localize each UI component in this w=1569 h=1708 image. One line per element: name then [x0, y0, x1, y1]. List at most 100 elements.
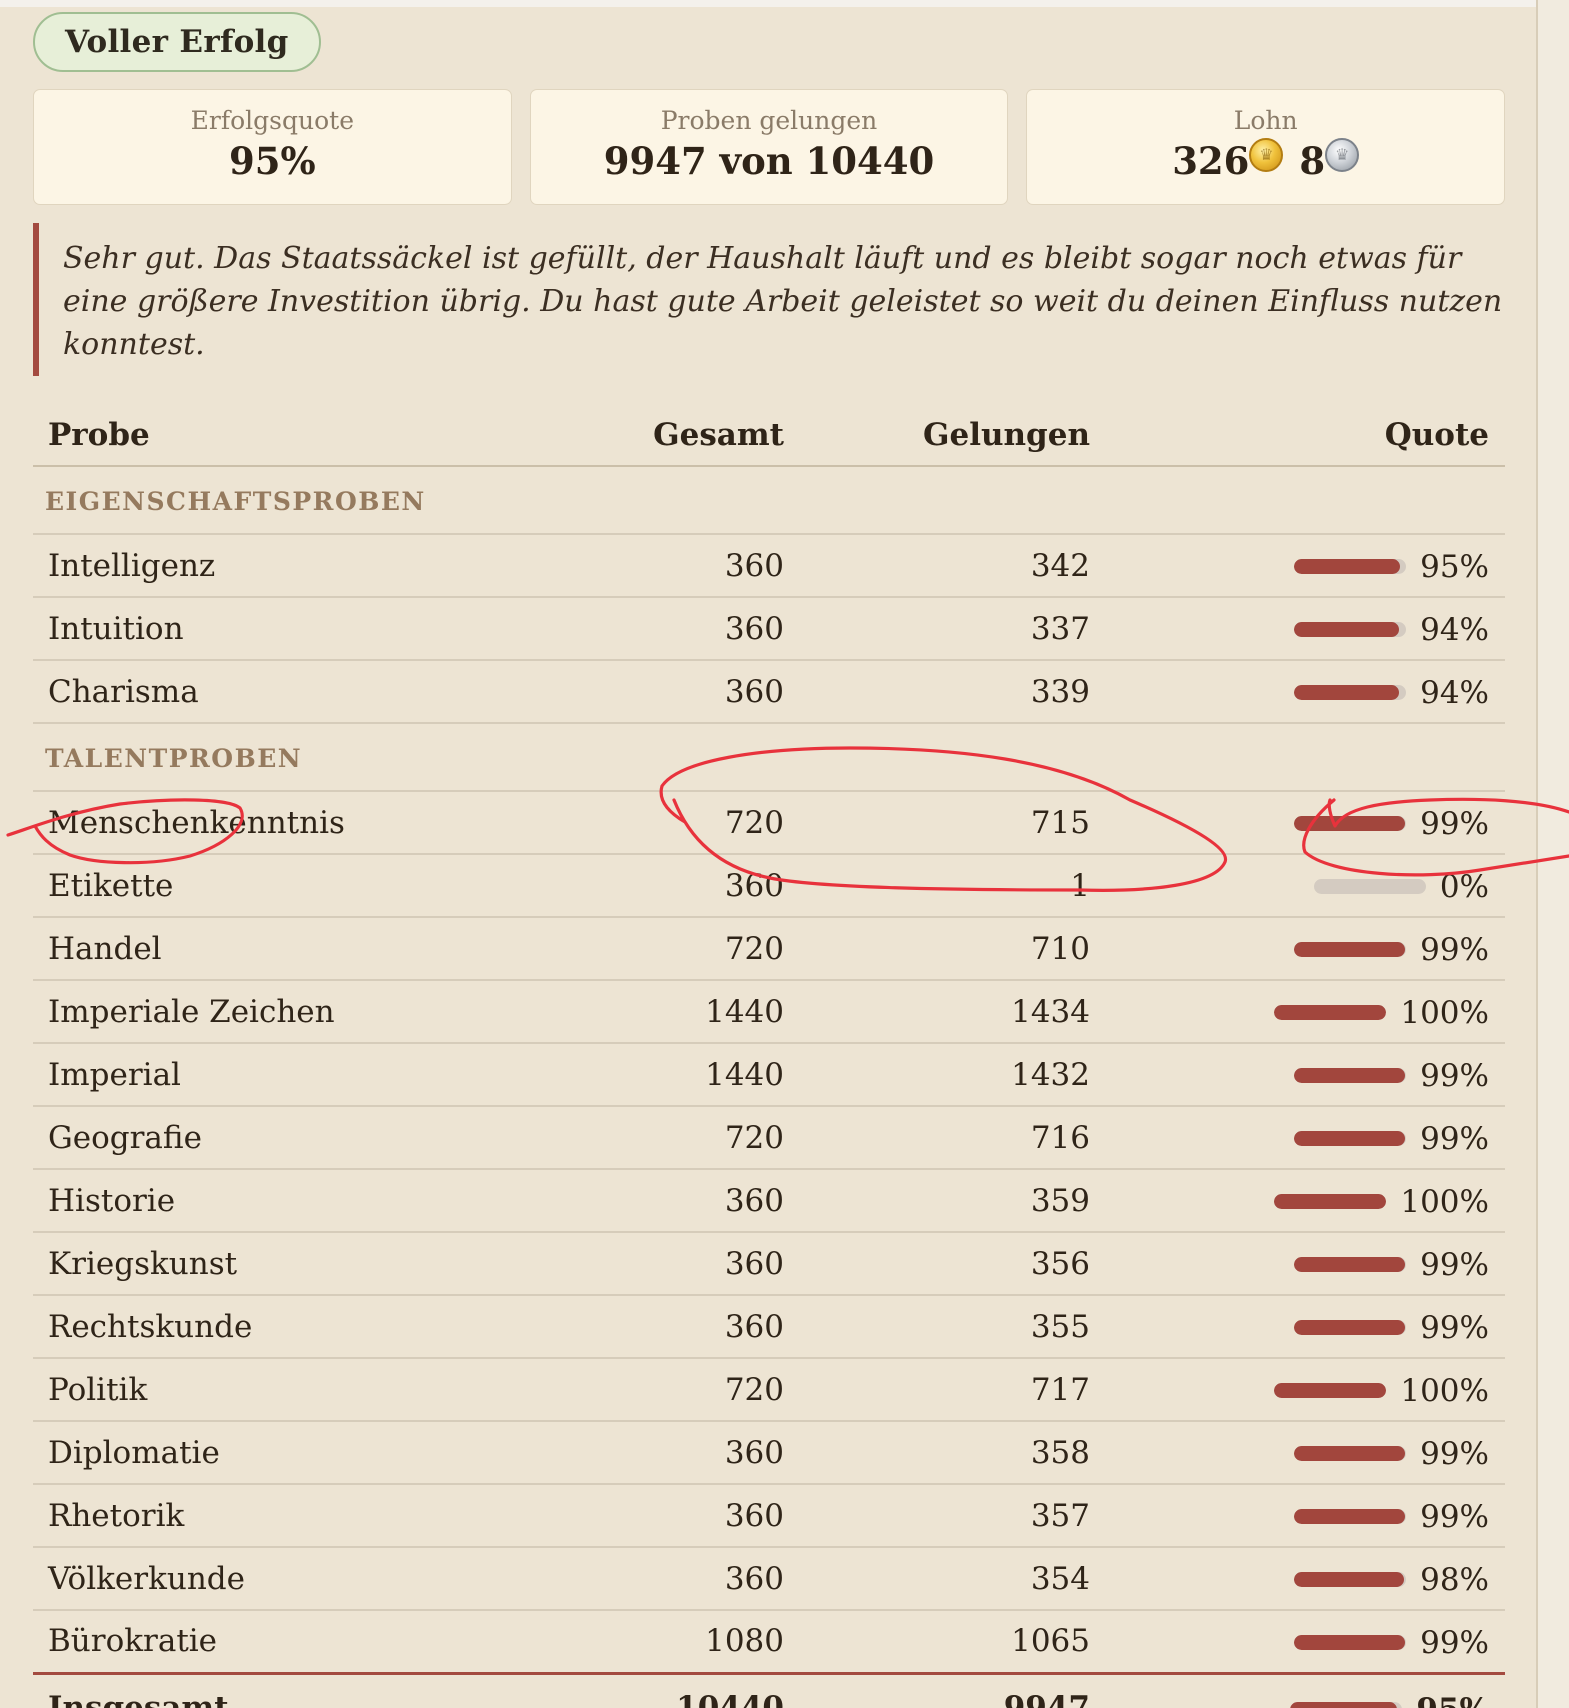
quote-value: 100%: [1400, 994, 1489, 1031]
quote-progress-fill: [1274, 1194, 1387, 1210]
stats-row: Erfolgsquote 95% Proben gelungen 9947 vo…: [33, 89, 1506, 205]
table-row: Diplomatie 360 358 99%: [33, 1421, 1505, 1485]
quote-progress-bar: [1313, 879, 1426, 895]
gesamt-value: 360: [584, 854, 784, 918]
table-row: Imperiale Zeichen 1440 1434 100%: [33, 980, 1505, 1044]
quote-progress-bar: [1274, 1194, 1387, 1210]
gelungen-value: 710: [784, 917, 1090, 981]
gesamt-value: 720: [584, 1106, 784, 1170]
quote-cell: 95%: [1090, 1671, 1505, 1708]
header-probe: Probe: [33, 410, 584, 467]
table-row: Imperial 1440 1432 99%: [33, 1043, 1505, 1107]
gesamt-value: 360: [584, 1169, 784, 1233]
quote-progress-bar: [1294, 1446, 1407, 1462]
table-row: Charisma 360 339 94%: [33, 660, 1505, 724]
quote-progress-fill: [1294, 1446, 1405, 1462]
quote-progress-fill: [1294, 1572, 1404, 1588]
stat-proben: Proben gelungen 9947 von 10440: [529, 89, 1009, 205]
header-quote: Quote: [1090, 410, 1505, 467]
gelungen-value: 359: [784, 1169, 1090, 1233]
total-label: Insgesamt: [33, 1671, 584, 1708]
gesamt-value: 360: [584, 1421, 784, 1485]
quote-cell: 99%: [1090, 791, 1505, 855]
quote-wrap: 99%: [1294, 1436, 1489, 1472]
quote-cell: 0%: [1090, 854, 1505, 918]
quote-value: 99%: [1420, 1246, 1489, 1283]
probe-name: Imperial: [33, 1043, 584, 1107]
quote-wrap: 0%: [1313, 869, 1489, 905]
quote-value: 99%: [1420, 1057, 1489, 1094]
table-row: Intelligenz 360 342 95%: [33, 534, 1505, 598]
quote-progress-bar: [1294, 942, 1407, 958]
quote-cell: 100%: [1090, 1358, 1505, 1422]
total-gesamt: 10440: [584, 1671, 784, 1708]
quote-value: 94%: [1420, 611, 1489, 648]
quote-cell: 99%: [1090, 1232, 1505, 1296]
table-header-row: Probe Gesamt Gelungen Quote: [33, 410, 1505, 467]
quote-cell: 99%: [1090, 917, 1505, 981]
gesamt-value: 1440: [584, 1043, 784, 1107]
gelungen-value: 356: [784, 1232, 1090, 1296]
quote-wrap: 100%: [1274, 995, 1489, 1031]
gesamt-value: 720: [584, 791, 784, 855]
gelungen-value: 357: [784, 1484, 1090, 1548]
gesamt-value: 360: [584, 597, 784, 661]
quote-cell: 99%: [1090, 1484, 1505, 1548]
stat-erfolgsquote: Erfolgsquote 95%: [33, 89, 512, 205]
table-row: Bürokratie 1080 1065 99%: [33, 1610, 1505, 1674]
quote-wrap: 94%: [1294, 675, 1489, 711]
quote-wrap: 99%: [1294, 1499, 1489, 1535]
gold-coin-icon: ♛: [1249, 138, 1284, 172]
quote-wrap: 95%: [1294, 549, 1489, 585]
table-row: Etikette 360 1 0%: [33, 854, 1505, 918]
quote-value: 98%: [1420, 1561, 1489, 1598]
section-title: TALENTPROBEN: [33, 723, 1505, 792]
quote-progress-bar: [1294, 559, 1407, 575]
quote-progress-bar: [1294, 622, 1407, 638]
stat-label: Erfolgsquote: [190, 106, 354, 135]
quote-progress-fill: [1294, 1131, 1405, 1147]
quote-cell: 98%: [1090, 1547, 1505, 1611]
probe-name: Charisma: [33, 660, 584, 724]
probe-name: Intuition: [33, 597, 584, 661]
table-row: Kriegskunst 360 356 99%: [33, 1232, 1505, 1296]
quote-value: 94%: [1420, 674, 1489, 711]
quote-value: 99%: [1420, 1435, 1489, 1472]
table-row: Rhetorik 360 357 99%: [33, 1484, 1505, 1548]
quote-cell: 94%: [1090, 597, 1505, 661]
gold-amount: 326: [1172, 139, 1250, 183]
table-row: Intuition 360 337 94%: [33, 597, 1505, 661]
quote-value: 100%: [1400, 1372, 1489, 1409]
quote-cell: 99%: [1090, 1106, 1505, 1170]
quote-value: 99%: [1420, 805, 1489, 842]
header-gelungen: Gelungen: [784, 410, 1090, 467]
quote-progress-bar: [1294, 1509, 1407, 1525]
gesamt-value: 720: [584, 1358, 784, 1422]
gelungen-value: 339: [784, 660, 1090, 724]
quote-wrap: 99%: [1294, 1121, 1489, 1157]
table-row: Historie 360 359 100%: [33, 1169, 1505, 1233]
quote-value: 99%: [1420, 1120, 1489, 1157]
quote-wrap: 99%: [1294, 806, 1489, 842]
quote-value: 99%: [1420, 931, 1489, 968]
quote-progress-bar: [1294, 1257, 1407, 1273]
quote-progress-fill: [1290, 1702, 1397, 1708]
quote-progress-bar: [1294, 685, 1407, 701]
quote-wrap: 99%: [1294, 932, 1489, 968]
quote-progress-fill: [1294, 1320, 1405, 1336]
quote-progress-bar: [1274, 1005, 1387, 1021]
stat-label: Proben gelungen: [660, 106, 878, 135]
quote-progress-fill: [1294, 1257, 1405, 1273]
quote-progress-bar: [1294, 1320, 1407, 1336]
gelungen-value: 1434: [784, 980, 1090, 1044]
quote-wrap: 95%: [1290, 1692, 1489, 1708]
quote-progress-fill: [1274, 1005, 1387, 1021]
gelungen-value: 1: [784, 854, 1090, 918]
gelungen-value: 717: [784, 1358, 1090, 1422]
quote-value: 99%: [1420, 1498, 1489, 1535]
quote-progress-fill: [1294, 942, 1405, 958]
gelungen-value: 1065: [784, 1610, 1090, 1674]
quote-progress-bar: [1294, 1068, 1407, 1084]
probe-name: Rhetorik: [33, 1484, 584, 1548]
quote-wrap: 99%: [1294, 1058, 1489, 1094]
